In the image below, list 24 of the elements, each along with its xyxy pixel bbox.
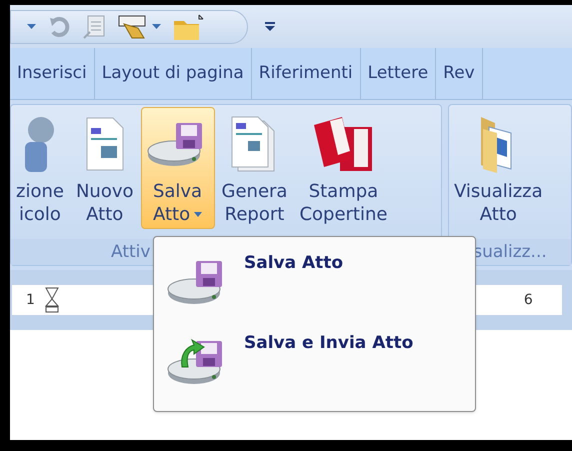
- indent-marker-icon[interactable]: [44, 287, 59, 313]
- ribbon-tab[interactable]: Riferimenti: [252, 48, 361, 99]
- menu-item[interactable]: Salva Atto: [154, 251, 475, 331]
- group-label: sualizz...: [473, 242, 547, 262]
- menu-item[interactable]: Salva e Invia Atto: [154, 331, 475, 411]
- ruler-number: 6: [524, 290, 533, 310]
- dropdown-arrow-icon[interactable]: [27, 24, 36, 29]
- ribbon-button[interactable]: zione icolo: [11, 107, 69, 229]
- ribbon-button[interactable]: Stampa Copertine: [294, 107, 392, 229]
- dropdown-arrow-icon[interactable]: [152, 24, 161, 29]
- ribbon-button[interactable]: Nuovo Atto: [70, 107, 139, 229]
- ribbon-button[interactable]: Visualizza Atto: [449, 107, 548, 229]
- ruler-number: 1: [26, 290, 35, 310]
- ribbon-button[interactable]: Genera Report: [216, 107, 292, 229]
- ribbon-tab[interactable]: Inserisci: [10, 48, 95, 99]
- ribbon-tab[interactable]: Lettere: [360, 48, 436, 99]
- keyboard-hand-icon[interactable]: [118, 14, 148, 40]
- ribbon-tab[interactable]: Rev: [436, 48, 483, 99]
- group-label: Attiv: [111, 242, 150, 262]
- ribbon-button[interactable]: Salva Atto: [140, 107, 215, 229]
- folders-icon: [312, 115, 374, 173]
- person-icon: [24, 116, 55, 172]
- ribbon-tab[interactable]: Layout di pagina: [94, 48, 252, 99]
- customize-arrow-icon[interactable]: [265, 22, 275, 32]
